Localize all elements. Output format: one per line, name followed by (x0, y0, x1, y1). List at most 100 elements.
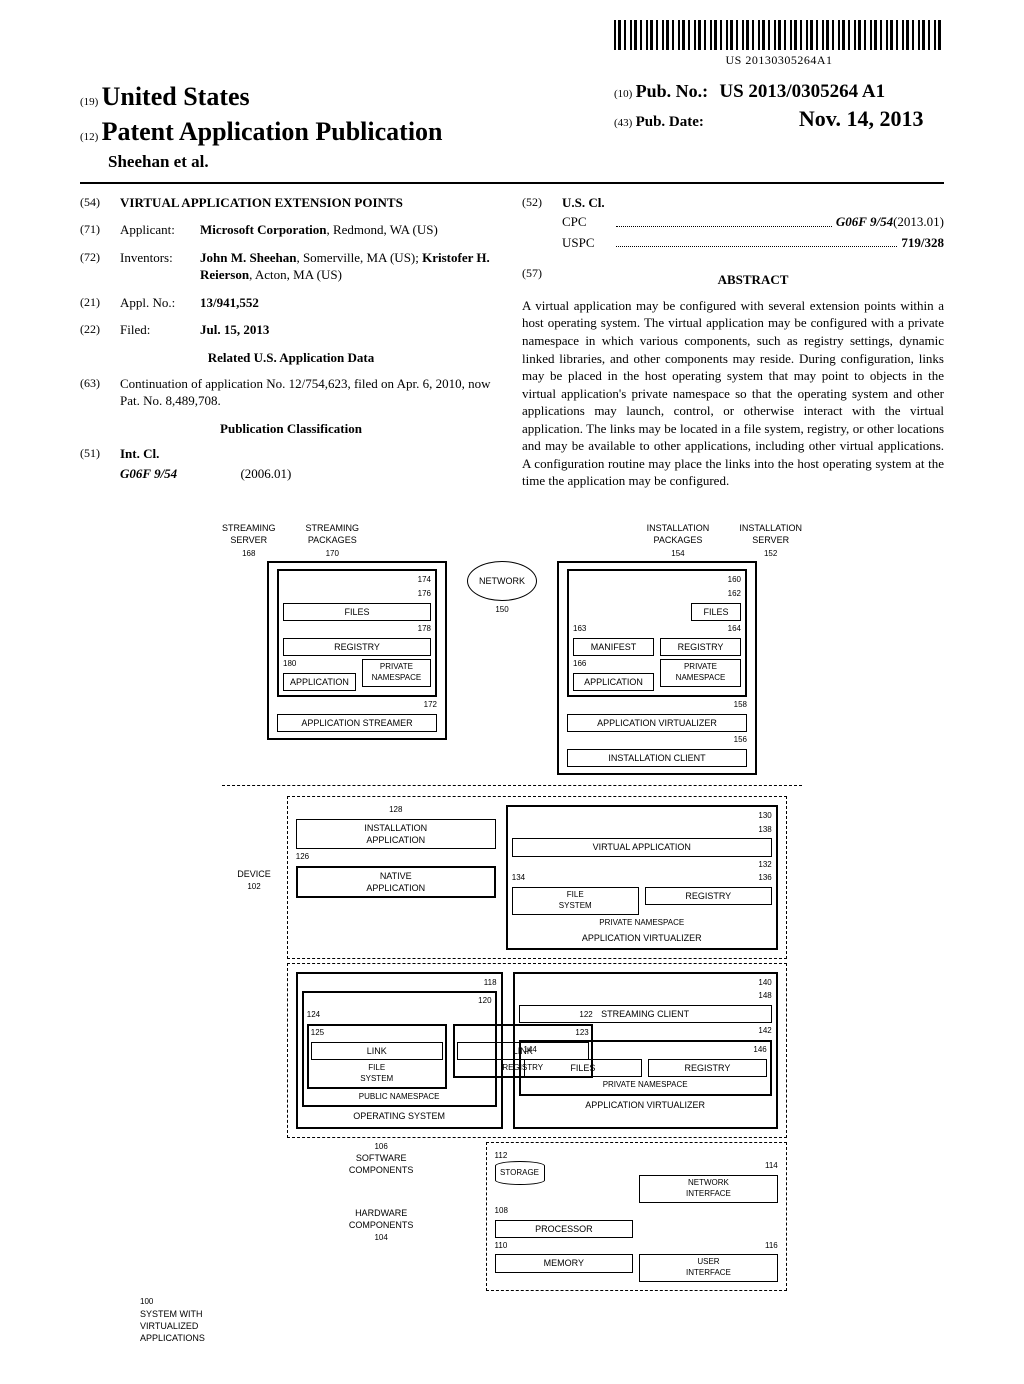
uspc-label: USPC (562, 234, 612, 252)
pub-date-label: Pub. Date: (636, 112, 736, 132)
box-streaming-client: STREAMING CLIENT (519, 1005, 772, 1023)
code-22: (22) (80, 321, 120, 339)
right-column: (52) U.S. Cl. CPC G06F 9/54 (2013.01) US… (522, 194, 944, 493)
continuation-text: Continuation of application No. 12/754,6… (120, 375, 502, 410)
box-virtual-application: VIRTUAL APPLICATION (512, 838, 772, 856)
uscl-label: U.S. Cl. (562, 195, 605, 210)
box-installation-client: INSTALLATION CLIENT (567, 749, 747, 767)
authors-line: Sheehan et al. (80, 151, 443, 174)
intcl-code: G06F 9/54 (120, 466, 177, 481)
appl-no-value: 13/941,552 (200, 295, 259, 310)
code-72: (72) (80, 249, 120, 284)
box-link-125: LINK (311, 1042, 443, 1060)
cyl-storage: STORAGE (495, 1161, 545, 1185)
code-21: (21) (80, 294, 120, 312)
box-user-interface: USER INTERFACE (639, 1254, 778, 1282)
box-registry-136: REGISTRY (645, 887, 772, 905)
box-registry-170: REGISTRY (283, 638, 431, 656)
block-streaming-server: 174 176 FILES 178 REGISTRY 180 APPLICATI… (267, 561, 447, 740)
figure-diagram: STREAMING SERVER168 STREAMING PACKAGES17… (80, 522, 944, 1344)
label-hardware-components: HARDWARE COMPONENTS104 (287, 1207, 476, 1244)
box-application-streamer: APPLICATION STREAMER (277, 714, 437, 732)
inventor-1: John M. Sheehan (200, 250, 296, 265)
document-header: (19) United States (12) Patent Applicati… (80, 79, 944, 184)
box-files-160: FILES (691, 603, 741, 621)
code-63: (63) (80, 375, 120, 410)
uspc-value: 719/328 (901, 234, 944, 252)
related-heading: Related U.S. Application Data (80, 349, 502, 367)
pub-class-heading: Publication Classification (80, 420, 502, 438)
box-application-virtualizer-158: APPLICATION VIRTUALIZER (567, 714, 747, 732)
code-52: (52) (522, 194, 562, 212)
block-operating-system: 118 120 124 125 LINK FILE SYSTEM (296, 972, 503, 1129)
code-19: (19) (80, 96, 98, 108)
label-installation-packages: INSTALLATION PACKAGES154 (647, 522, 710, 559)
barcode: US 20130305264A1 (614, 20, 944, 68)
code-71: (71) (80, 221, 120, 239)
block-virtual-application: 130 138 VIRTUAL APPLICATION 132 134 FILE… (506, 805, 778, 950)
box-files-144: FILES (524, 1059, 643, 1077)
label-private-namespace-132: PRIVATE NAMESPACE (512, 918, 772, 929)
cpc-label: CPC (562, 213, 612, 231)
label-device: DEVICE102 (237, 856, 271, 893)
left-column: (54) VIRTUAL APPLICATION EXTENSION POINT… (80, 194, 502, 493)
box-installation-application: INSTALLATION APPLICATION (296, 819, 496, 849)
intcl-label: Int. Cl. (120, 446, 159, 461)
appl-no-label: Appl. No.: (120, 294, 200, 312)
box-native-application: NATIVE APPLICATION (296, 866, 496, 898)
abstract-heading: ABSTRACT (562, 271, 944, 289)
box-processor: PROCESSOR (495, 1220, 634, 1238)
filed-value: Jul. 15, 2013 (200, 322, 269, 337)
applicant-value: Microsoft Corporation, Redmond, WA (US) (200, 221, 502, 239)
code-57: (57) (522, 265, 562, 297)
label-installation-server: INSTALLATION SERVER152 (739, 522, 802, 559)
box-memory: MEMORY (495, 1254, 634, 1272)
bibliographic-columns: (54) VIRTUAL APPLICATION EXTENSION POINT… (80, 194, 944, 493)
intcl-ver: (2006.01) (240, 466, 291, 481)
code-10: (10) (614, 88, 632, 100)
box-files-170: FILES (283, 603, 431, 621)
block-hardware: 112 STORAGE 114 NETWORK INTERFACE 108 (486, 1142, 787, 1292)
label-app-virtualizer: APPLICATION VIRTUALIZER (512, 932, 772, 944)
code-54: (54) (80, 194, 120, 212)
inventors-value: John M. Sheehan, Somerville, MA (US); Kr… (200, 249, 502, 284)
applicant-name: Microsoft Corporation (200, 222, 326, 237)
label-streaming-server: STREAMING SERVER168 (222, 522, 276, 559)
code-43: (43) (614, 117, 632, 129)
barcode-section: US 20130305264A1 (80, 20, 944, 69)
label-software-components: SOFTWARE COMPONENTS (287, 1152, 476, 1176)
code-51: (51) (80, 445, 120, 463)
applicant-label: Applicant: (120, 221, 200, 239)
block-streaming-client: 140 148 STREAMING CLIENT 142 144 FILES 1… (513, 972, 778, 1129)
label-public-namespace: PUBLIC NAMESPACE (307, 1092, 492, 1103)
box-private-namespace-160: PRIVATE NAMESPACE (660, 659, 741, 687)
box-application-170: APPLICATION (283, 673, 356, 691)
label-system-caption: SYSTEM WITH VIRTUALIZED APPLICATIONS (140, 1308, 205, 1344)
cpc-ver: (2013.01) (893, 213, 944, 231)
barcode-text: US 20130305264A1 (614, 52, 944, 68)
box-registry-160: REGISTRY (660, 638, 741, 656)
box-file-system-134: FILE SYSTEM (512, 887, 639, 915)
label-operating-system: OPERATING SYSTEM (302, 1110, 497, 1122)
box-private-namespace-170: PRIVATE NAMESPACE (362, 659, 431, 687)
device-software-area: 128 INSTALLATION APPLICATION 126 NATIVE … (287, 796, 787, 1291)
country: United States (102, 82, 250, 111)
box-manifest: MANIFEST (573, 638, 654, 656)
cpc-value: G06F 9/54 (836, 213, 893, 231)
pub-no-value: US 2013/0305264 A1 (719, 81, 885, 102)
inventors-label: Inventors: (120, 249, 200, 284)
filed-label: Filed: (120, 321, 200, 339)
box-network-interface: NETWORK INTERFACE (639, 1175, 778, 1203)
code-12: (12) (80, 131, 98, 143)
network-cloud: NETWORK 150 (467, 561, 537, 616)
box-application-160: APPLICATION (573, 673, 654, 691)
invention-title: VIRTUAL APPLICATION EXTENSION POINTS (120, 194, 502, 212)
box-registry-146: REGISTRY (648, 1059, 767, 1077)
abstract-text: A virtual application may be configured … (522, 297, 944, 490)
pub-no-label: Pub. No.: (636, 81, 709, 101)
publication-type: Patent Application Publication (102, 117, 443, 146)
label-streaming-packages: STREAMING PACKAGES170 (306, 522, 360, 559)
barcode-stripes (614, 20, 944, 50)
applicant-loc: , Redmond, WA (US) (326, 222, 437, 237)
pub-date-value: Nov. 14, 2013 (799, 106, 924, 131)
